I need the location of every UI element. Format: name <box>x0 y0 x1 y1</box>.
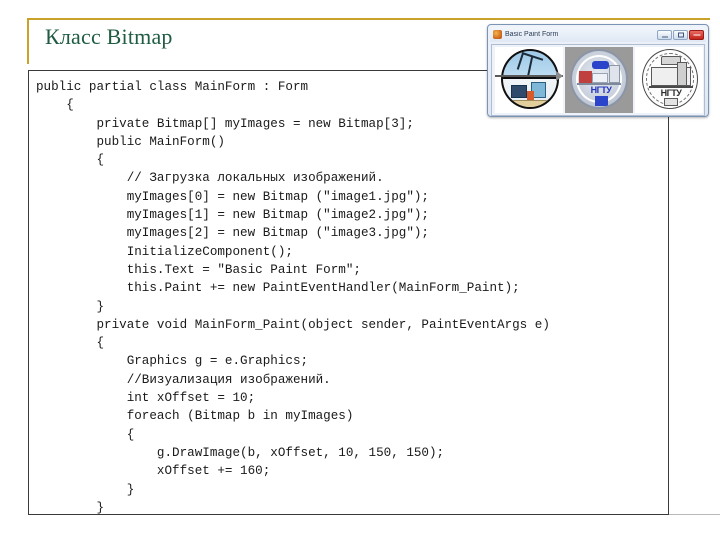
winform-screenshot: Basic Paint Form НГТУ НГТУ <box>487 24 709 117</box>
bottom-rule <box>669 514 720 515</box>
image2-logo-icon: НГТУ <box>570 49 628 109</box>
code-line: private Bitmap[] myImages = new Bitmap[3… <box>36 116 414 131</box>
code-line: myImages[1] = new Bitmap ("image2.jpg"); <box>36 208 429 223</box>
title-top-rule <box>27 18 710 20</box>
code-line: foreach (Bitmap b in myImages) <box>36 409 354 424</box>
slide-root: Класс Bitmap public partial class MainFo… <box>0 0 720 540</box>
code-line: this.Text = "Basic Paint Form"; <box>36 262 361 277</box>
minimize-icon[interactable] <box>657 29 672 40</box>
maximize-icon[interactable] <box>673 29 688 40</box>
code-listing: public partial class MainForm : Form { p… <box>29 71 668 515</box>
winform-image-1 <box>495 47 563 113</box>
winform-titlebar: Basic Paint Form <box>490 27 706 42</box>
close-icon[interactable] <box>689 29 704 40</box>
code-line: myImages[2] = new Bitmap ("image3.jpg"); <box>36 226 429 241</box>
code-line: //Визуализация изображений. <box>36 372 331 387</box>
code-line: { <box>36 336 105 351</box>
winform-title: Basic Paint Form <box>505 31 559 38</box>
code-line: InitializeComponent(); <box>36 244 293 259</box>
code-line: xOffset += 160; <box>36 464 271 479</box>
code-line: } <box>36 299 105 314</box>
image1-logo-icon <box>501 49 559 109</box>
code-line: myImages[0] = new Bitmap ("image1.jpg"); <box>36 189 429 204</box>
code-line: } <box>36 500 105 515</box>
page-title: Класс Bitmap <box>45 24 173 49</box>
image1-arrow-icon <box>495 71 563 81</box>
code-line: this.Paint += new PaintEventHandler(Main… <box>36 281 520 296</box>
code-line: private void MainForm_Paint(object sende… <box>36 317 550 332</box>
paint-icon <box>493 30 502 39</box>
winform-window-controls <box>657 29 704 40</box>
code-line: } <box>36 482 135 497</box>
image2-caption: НГТУ <box>590 85 612 95</box>
code-line: public MainForm() <box>36 134 225 149</box>
code-line: { <box>36 427 135 442</box>
code-line: Graphics g = e.Graphics; <box>36 354 309 369</box>
winform-image-2: НГТУ <box>565 47 633 113</box>
code-line: int xOffset = 10; <box>36 391 256 406</box>
code-listing-box: public partial class MainForm : Form { p… <box>28 70 669 515</box>
winform-client-area: НГТУ НГТУ <box>491 44 705 116</box>
image3-caption: НГТУ <box>660 88 682 98</box>
title-left-rule <box>27 18 29 64</box>
code-line: { <box>36 153 105 168</box>
code-line: // Загрузка локальных изображений. <box>36 171 384 186</box>
winform-image-3: НГТУ <box>635 47 703 113</box>
code-line: g.DrawImage(b, xOffset, 10, 150, 150); <box>36 445 445 460</box>
image3-logo-icon: НГТУ <box>642 49 698 109</box>
